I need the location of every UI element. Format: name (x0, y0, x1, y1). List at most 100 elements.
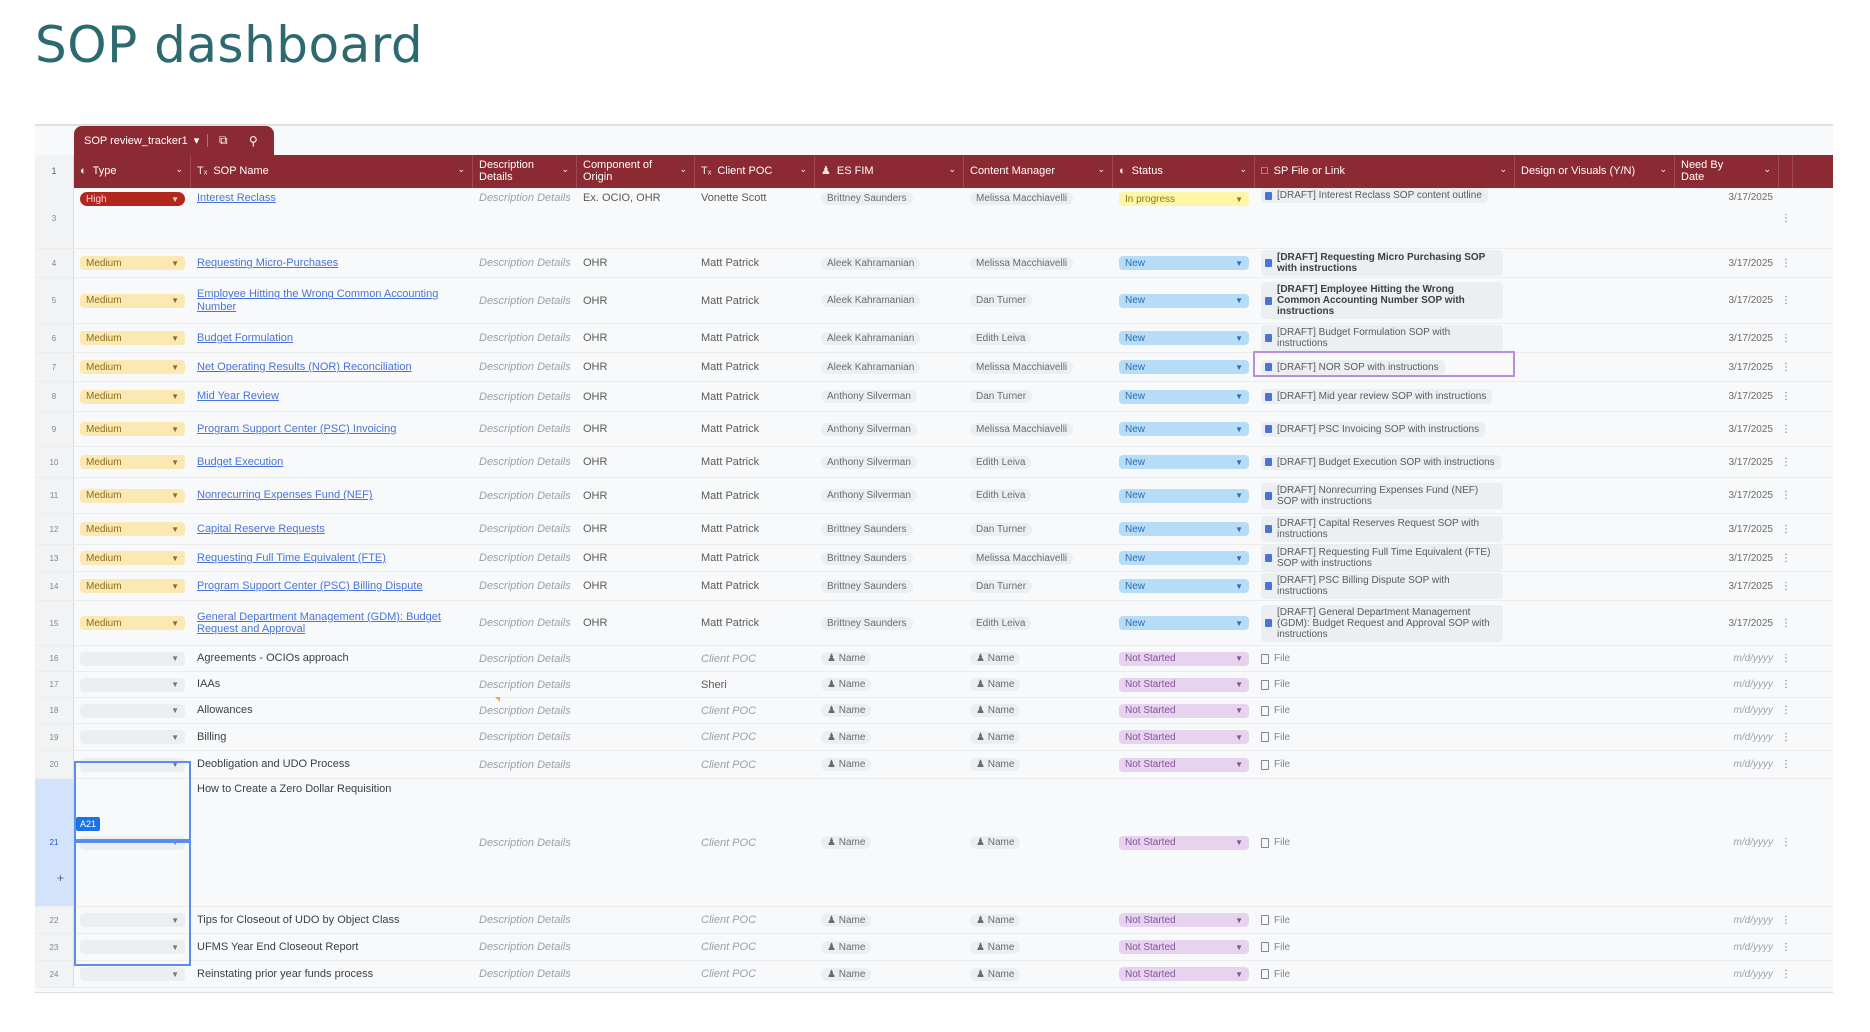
table-row[interactable]: 23 ▼ UFMS Year End Closeout Report Descript… (35, 934, 1833, 961)
column-header[interactable]: Description Details ⌄ (473, 155, 577, 188)
content-manager-cell[interactable]: ♟ Name (964, 672, 1113, 697)
file-placeholder[interactable]: File (1261, 969, 1290, 980)
need-by-date-cell[interactable]: m/d/yyyy (1675, 751, 1779, 778)
file-placeholder[interactable]: File (1261, 942, 1290, 953)
description-cell[interactable]: Description Details (473, 447, 577, 477)
es-fim-cell[interactable]: ♟ Name (815, 724, 964, 750)
type-cell[interactable]: Medium ▼ (74, 478, 191, 513)
sop-name-link[interactable]: Requesting Full Time Equivalent (FTE) (197, 552, 386, 564)
sop-name-link[interactable]: Program Support Center (PSC) Billing Dis… (197, 580, 423, 592)
table-row[interactable]: 20 ▼ Deobligation and UDO Process Descripti… (35, 751, 1833, 779)
person-chip[interactable]: ♟ Name (821, 678, 872, 691)
file-cell[interactable]: File (1255, 907, 1515, 933)
file-chip[interactable]: [DRAFT] Requesting Full Time Equivalent … (1261, 545, 1503, 571)
type-dropdown[interactable]: High ▼ (80, 192, 185, 206)
es-fim-cell[interactable]: ♟ Name (815, 672, 964, 697)
content-manager-cell[interactable]: Edith Leiva (964, 324, 1113, 352)
type-cell[interactable]: Medium ▼ (74, 353, 191, 381)
design-cell[interactable] (1515, 724, 1675, 750)
sop-name-cell[interactable]: UFMS Year End Closeout Report (191, 934, 473, 960)
need-by-date-cell[interactable]: m/d/yyyy (1675, 672, 1779, 697)
person-chip[interactable]: ♟ Name (970, 836, 1021, 849)
design-cell[interactable] (1515, 278, 1675, 323)
status-dropdown[interactable]: New ▼ (1119, 579, 1249, 593)
status-cell[interactable]: New ▼ (1113, 324, 1255, 352)
es-fim-cell[interactable]: ♟ Name (815, 934, 964, 960)
es-fim-cell[interactable]: Brittney Saunders (815, 514, 964, 544)
type-dropdown[interactable]: Medium ▼ (80, 331, 185, 345)
design-cell[interactable] (1515, 249, 1675, 277)
table-row[interactable]: 4 Medium ▼ Requesting Micro-Purchases Descri… (35, 249, 1833, 278)
origin-cell[interactable] (577, 907, 695, 933)
status-cell[interactable]: New ▼ (1113, 478, 1255, 513)
sop-name-link[interactable]: Employee Hitting the Wrong Common Accoun… (197, 288, 467, 312)
need-by-date-cell[interactable]: m/d/yyyy (1675, 724, 1779, 750)
origin-cell[interactable] (577, 934, 695, 960)
status-dropdown[interactable]: Not Started ▼ (1119, 913, 1249, 927)
row-number[interactable]: 17 (35, 672, 74, 697)
table-row[interactable]: 22 ▼ Tips for Closeout of UDO by Object Cl… (35, 907, 1833, 934)
es-fim-cell[interactable]: ♟ Name (815, 698, 964, 723)
type-dropdown[interactable]: ▼ (80, 677, 185, 692)
description-cell[interactable]: Description Details (473, 278, 577, 323)
row-number[interactable]: 12 (35, 514, 74, 544)
person-chip[interactable]: Edith Leiva (970, 489, 1032, 502)
person-chip[interactable]: Brittney Saunders (821, 192, 913, 205)
person-chip[interactable]: Melissa Macchiavelli (970, 192, 1074, 205)
sop-name-cell[interactable]: Capital Reserve Requests (191, 514, 473, 544)
sop-name-cell[interactable]: Net Operating Results (NOR) Reconciliati… (191, 353, 473, 381)
content-manager-cell[interactable]: Edith Leiva (964, 447, 1113, 477)
description-cell[interactable]: Description Details (473, 188, 577, 248)
design-cell[interactable] (1515, 447, 1675, 477)
person-chip[interactable]: ♟ Name (821, 836, 872, 849)
file-cell[interactable]: File (1255, 672, 1515, 697)
row-number[interactable]: 3 (35, 188, 74, 248)
origin-cell[interactable]: Ex. OCIO, OHR (577, 188, 695, 248)
row-number[interactable]: 5 (35, 278, 74, 323)
description-cell[interactable]: Description Details (473, 601, 577, 645)
status-dropdown[interactable]: Not Started ▼ (1119, 757, 1249, 772)
type-dropdown[interactable]: Medium ▼ (80, 422, 185, 436)
type-dropdown[interactable]: ▼ (80, 940, 185, 954)
type-cell[interactable]: ▼ (74, 672, 191, 697)
file-placeholder[interactable]: File (1261, 653, 1290, 664)
person-chip[interactable]: ♟ Name (970, 758, 1021, 771)
need-by-date-cell[interactable]: 3/17/2025 (1675, 382, 1779, 411)
row-number[interactable]: 11 (35, 478, 74, 513)
status-dropdown[interactable]: New ▼ (1119, 331, 1249, 345)
content-manager-cell[interactable]: Dan Turner (964, 278, 1113, 323)
type-dropdown[interactable]: Medium ▼ (80, 522, 185, 536)
origin-cell[interactable]: OHR (577, 249, 695, 277)
sop-name-cell[interactable]: Employee Hitting the Wrong Common Accoun… (191, 278, 473, 323)
sop-name-link[interactable]: Requesting Micro-Purchases (197, 257, 338, 269)
type-dropdown[interactable]: Medium ▼ (80, 256, 185, 270)
file-placeholder[interactable]: File (1261, 759, 1290, 770)
person-chip[interactable]: ♟ Name (821, 652, 872, 665)
origin-cell[interactable]: OHR (577, 601, 695, 645)
row-number[interactable]: 7 (35, 353, 74, 381)
need-by-date-cell[interactable]: 3/17/2025 (1675, 601, 1779, 645)
client-poc-cell[interactable]: Client POC (695, 698, 815, 723)
file-chip[interactable]: [DRAFT] Mid year review SOP with instruc… (1261, 389, 1493, 404)
client-poc-cell[interactable]: Matt Patrick (695, 353, 815, 381)
need-by-date-cell[interactable]: 3/17/2025 (1675, 572, 1779, 600)
client-poc-cell[interactable]: Matt Patrick (695, 278, 815, 323)
origin-cell[interactable]: OHR (577, 447, 695, 477)
file-cell[interactable]: File (1255, 646, 1515, 671)
sop-name-cell[interactable]: General Department Management (GDM): Bud… (191, 601, 473, 645)
type-cell[interactable]: ▼ (74, 646, 191, 671)
status-dropdown[interactable]: New ▼ (1119, 522, 1249, 536)
status-dropdown[interactable]: Not Started ▼ (1119, 730, 1249, 744)
person-chip[interactable]: ♟ Name (970, 678, 1021, 691)
sop-name-link[interactable]: Budget Execution (197, 456, 283, 468)
type-cell[interactable]: ▼ (74, 934, 191, 960)
chevron-down-icon[interactable]: ⌄ (175, 164, 183, 174)
status-dropdown[interactable]: New ▼ (1119, 616, 1249, 630)
type-dropdown[interactable]: ▼ (80, 835, 185, 850)
chevron-down-icon[interactable]: ⌄ (799, 164, 807, 174)
type-dropdown[interactable]: Medium ▼ (80, 551, 185, 565)
chevron-down-icon[interactable]: ⌄ (1239, 164, 1247, 174)
client-poc-cell[interactable]: Matt Patrick (695, 514, 815, 544)
design-cell[interactable] (1515, 779, 1675, 906)
es-fim-cell[interactable]: ♟ Name (815, 779, 964, 906)
